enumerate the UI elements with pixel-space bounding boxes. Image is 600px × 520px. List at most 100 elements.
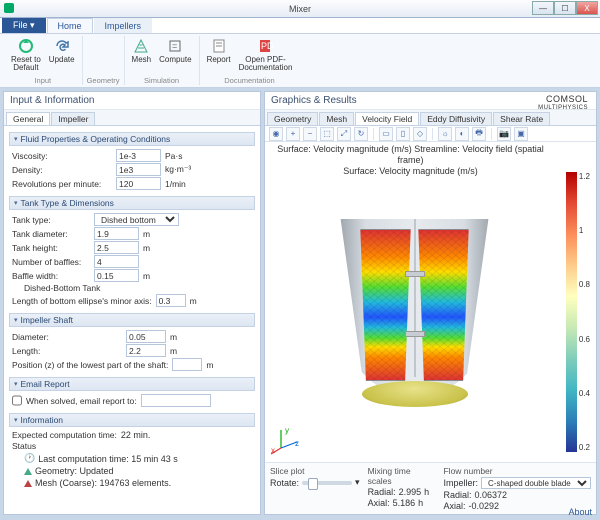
section-shaft[interactable]: Impeller Shaft <box>9 313 255 327</box>
svg-text:=: = <box>172 41 177 51</box>
ribbon-group-simulation: Mesh = Compute Simulation <box>125 36 200 85</box>
ribbon-group-geometry: Geometry <box>83 36 125 85</box>
radial-value: 2.995 <box>399 487 422 497</box>
zoom-out-icon[interactable]: − <box>303 127 317 141</box>
rpm-label: Revolutions per minute: <box>12 179 112 189</box>
update-button[interactable]: Update <box>46 36 78 73</box>
density-input[interactable] <box>116 163 161 176</box>
gtab-geometry[interactable]: Geometry <box>267 112 318 125</box>
expected-time-value: 22 min. <box>121 430 151 440</box>
section-fluid[interactable]: Fluid Properties & Operating Conditions <box>9 132 255 146</box>
snapshot-icon[interactable]: 📷 <box>497 127 511 141</box>
slider-down-icon[interactable]: ▾ <box>355 477 360 488</box>
section-info[interactable]: Information <box>9 413 255 427</box>
mesh-status: Mesh (Coarse): 194763 elements. <box>35 478 171 488</box>
light-icon[interactable]: ☼ <box>438 127 452 141</box>
gtab-mesh[interactable]: Mesh <box>319 112 354 125</box>
mesh-icon <box>132 37 150 55</box>
view-xy-icon[interactable]: ▭ <box>379 127 393 141</box>
view-yz-icon[interactable]: ▯ <box>396 127 410 141</box>
ellipse-label: Length of bottom ellipse's minor axis: <box>12 296 152 306</box>
rotate-icon[interactable]: ↻ <box>354 127 368 141</box>
colorbar: 1.2 1 0.8 0.6 0.4 0.2 <box>566 172 590 452</box>
compute-icon: = <box>166 37 184 55</box>
gtab-shear[interactable]: Shear Rate <box>493 112 550 125</box>
flow-axial-value: -0.0292 <box>469 501 500 511</box>
baffle-width-input[interactable] <box>94 269 139 282</box>
viscosity-label: Viscosity: <box>12 151 112 161</box>
geometry-status: Geometry: Updated <box>35 466 114 476</box>
rotate-slider[interactable] <box>302 481 352 485</box>
graphics-subtabs: Geometry Mesh Velocity Field Eddy Diffus… <box>265 110 596 126</box>
section-email[interactable]: Email Report <box>9 377 255 391</box>
baffle-width-label: Baffle width: <box>12 271 90 281</box>
print-icon[interactable]: 🖶 <box>472 127 486 141</box>
rotate-label: Rotate: <box>270 478 299 488</box>
subtab-general[interactable]: General <box>6 112 50 125</box>
maximize-button[interactable]: ☐ <box>554 1 576 15</box>
tab-impellers[interactable]: Impellers <box>94 18 153 33</box>
svg-text:PDF: PDF <box>261 41 273 51</box>
tab-home[interactable]: Home <box>47 18 93 33</box>
plot-area[interactable]: Surface: Velocity magnitude (m/s) Stream… <box>265 142 596 462</box>
shaft-length-label: Length: <box>12 346 122 356</box>
viscosity-unit: Pa·s <box>165 151 182 161</box>
input-panel: Input & Information General Impeller Flu… <box>3 91 261 515</box>
dished-bottom-label: Dished-Bottom Tank <box>24 283 100 293</box>
report-icon <box>210 37 228 55</box>
app-icon <box>4 3 14 13</box>
compute-button[interactable]: = Compute <box>156 36 194 65</box>
rpm-unit: 1/min <box>165 179 186 189</box>
open-pdf-button[interactable]: PDF Open PDF- Documentation <box>236 36 296 73</box>
tank-height-input[interactable] <box>94 241 139 254</box>
tank-type-select[interactable]: Dished bottom <box>94 213 179 226</box>
plot-icon[interactable]: ◉ <box>269 127 283 141</box>
main-area: Input & Information General Impeller Flu… <box>0 88 600 518</box>
zoom-in-icon[interactable]: + <box>286 127 300 141</box>
input-panel-body: Fluid Properties & Operating Conditions … <box>4 126 260 514</box>
density-unit: kg·m⁻³ <box>165 164 191 175</box>
tank-diameter-label: Tank diameter: <box>12 229 90 239</box>
select-icon[interactable]: ▣ <box>514 127 528 141</box>
subtab-impeller[interactable]: Impeller <box>51 112 95 125</box>
tank-visualization <box>320 211 510 411</box>
shaft-length-input[interactable] <box>126 344 166 357</box>
reset-to-default-button[interactable]: Reset to Default <box>8 36 44 73</box>
shaft-diameter-input[interactable] <box>126 330 166 343</box>
report-button[interactable]: Report <box>204 36 234 73</box>
tank-type-label: Tank type: <box>12 215 90 225</box>
brand-logo: COMSOLMULTIPHYSICS <box>538 94 588 111</box>
pdf-icon: PDF <box>256 37 274 55</box>
tank-height-label: Tank height: <box>12 243 90 253</box>
zoom-extents-icon[interactable]: ⤢ <box>337 127 351 141</box>
email-input[interactable] <box>141 394 211 407</box>
shaft-posz-label: Position (z) of the lowest part of the s… <box>12 360 168 370</box>
shaft-posz-input[interactable] <box>172 358 202 371</box>
zoom-box-icon[interactable]: ⬚ <box>320 127 334 141</box>
gtab-velocity[interactable]: Velocity Field <box>355 112 419 125</box>
about-link[interactable]: About <box>568 507 592 517</box>
view-xz-icon[interactable]: ◇ <box>413 127 427 141</box>
close-button[interactable]: X <box>576 1 598 15</box>
expected-time-label: Expected computation time: <box>12 430 117 440</box>
tab-file[interactable]: File ▾ <box>2 17 46 33</box>
graphics-toolbar: ◉ + − ⬚ ⤢ ↻ ▭ ▯ ◇ ☼ ◐ 🖶 📷 ▣ <box>265 126 596 142</box>
email-label: When solved, email report to: <box>26 396 137 406</box>
mesh-button[interactable]: Mesh <box>129 36 155 65</box>
section-tank[interactable]: Tank Type & Dimensions <box>9 196 255 210</box>
email-checkbox[interactable] <box>12 394 22 407</box>
tank-diameter-input[interactable] <box>94 227 139 240</box>
gtab-eddy[interactable]: Eddy Diffusivity <box>420 112 492 125</box>
ribbon-tab-strip: File ▾ Home Impellers <box>0 18 600 34</box>
mesh-status-icon <box>24 480 32 487</box>
axes-triad: yzx <box>271 426 301 456</box>
impeller-select[interactable]: C-shaped double blade 1 <box>481 477 591 489</box>
ellipse-input[interactable] <box>156 294 186 307</box>
viscosity-input[interactable] <box>116 149 161 162</box>
minimize-button[interactable]: — <box>532 1 554 15</box>
transparency-icon[interactable]: ◐ <box>455 127 469 141</box>
rpm-input[interactable] <box>116 177 161 190</box>
graphics-panel: Graphics & Results COMSOLMULTIPHYSICS Ge… <box>264 91 597 515</box>
baffles-input[interactable] <box>94 255 139 268</box>
bottom-controls: Slice plot Rotate:▾ Mixing time scales R… <box>265 462 596 514</box>
